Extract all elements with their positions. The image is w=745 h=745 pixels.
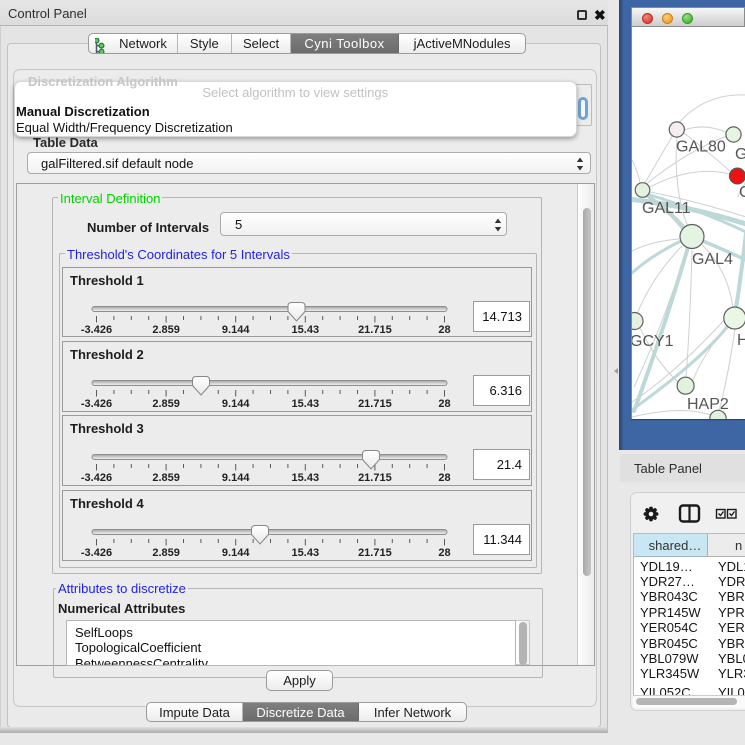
svg-text:28: 28 (438, 547, 450, 559)
svg-text:15.43: 15.43 (292, 324, 320, 336)
svg-text:15.43: 15.43 (292, 398, 320, 410)
svg-text:28: 28 (438, 472, 450, 484)
svg-text:21.715: 21.715 (358, 472, 392, 484)
svg-text:21.715: 21.715 (358, 547, 392, 559)
svg-text:-3.426: -3.426 (81, 472, 112, 484)
svg-text:GAL11: GAL11 (642, 200, 691, 217)
svg-text:21.715: 21.715 (358, 324, 392, 336)
svg-text:-3.426: -3.426 (81, 547, 112, 559)
svg-text:15.43: 15.43 (292, 547, 320, 559)
svg-text:2.859: 2.859 (152, 472, 180, 484)
svg-text:H: H (737, 332, 745, 349)
svg-text:2.859: 2.859 (152, 547, 180, 559)
svg-text:21.715: 21.715 (358, 398, 392, 410)
svg-text:2.859: 2.859 (152, 398, 180, 410)
svg-text:9.144: 9.144 (222, 398, 250, 410)
svg-text:9.144: 9.144 (222, 472, 250, 484)
svg-text:2.859: 2.859 (152, 324, 180, 336)
svg-text:HAP2: HAP2 (687, 396, 729, 413)
svg-text:9.144: 9.144 (222, 547, 250, 559)
svg-text:28: 28 (438, 324, 450, 336)
svg-text:GA: GA (735, 146, 745, 163)
svg-text:GAL4: GAL4 (692, 251, 733, 268)
svg-text:9.144: 9.144 (222, 324, 250, 336)
svg-text:GAL80: GAL80 (676, 139, 726, 156)
svg-text:GCY1: GCY1 (632, 333, 674, 350)
svg-text:C: C (739, 184, 745, 201)
svg-text:-3.426: -3.426 (81, 324, 112, 336)
svg-text:-3.426: -3.426 (81, 398, 112, 410)
svg-text:28: 28 (438, 398, 450, 410)
svg-text:15.43: 15.43 (292, 472, 320, 484)
